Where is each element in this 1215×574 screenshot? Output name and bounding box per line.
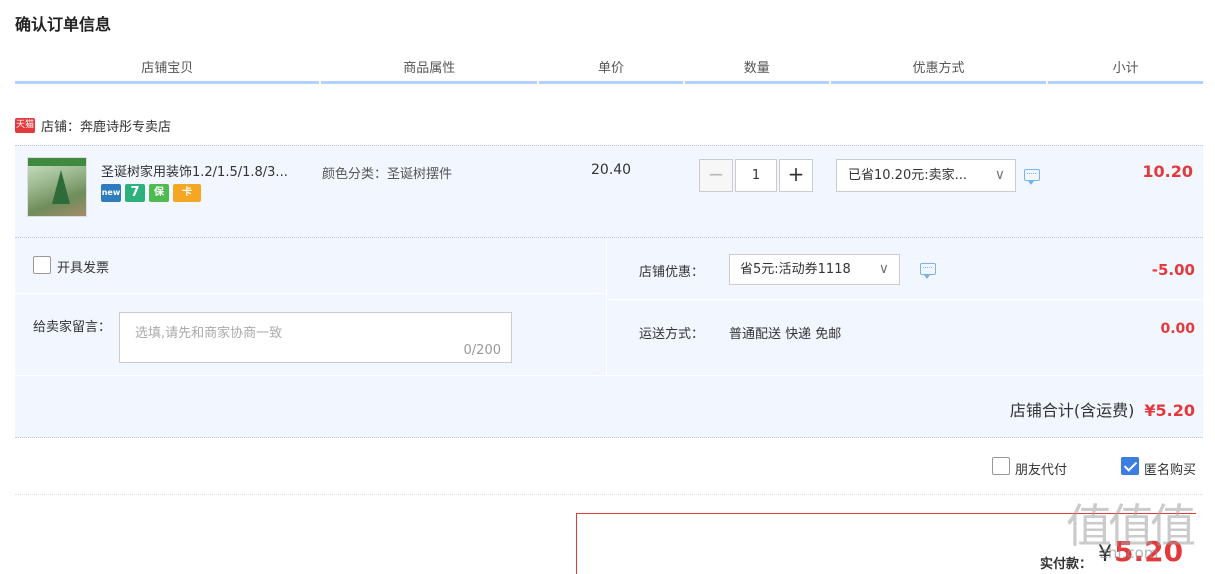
product-attribute: 颜色分类：圣诞树摆件 xyxy=(322,167,453,182)
divider xyxy=(15,375,1203,376)
anonymous-purchase-label: 匿名购买 xyxy=(1144,463,1197,478)
message-placeholder: 选填,请先和商家协商一致 xyxy=(135,326,283,341)
quantity-increase-button[interactable]: + xyxy=(779,159,813,192)
product-title-link[interactable]: 圣诞树家用装饰1.2/1.5/1.8/3... xyxy=(101,161,319,180)
order-item-row: 圣诞树家用装饰1.2/1.5/1.8/3... new 7 保 卡 颜色分类：圣… xyxy=(15,145,1203,238)
shipping-amount: 0.00 xyxy=(1160,321,1195,337)
chat-icon[interactable] xyxy=(1024,169,1040,185)
column-discount: 优惠方式 xyxy=(830,60,1047,84)
order-extras-panel: 开具发票 给卖家留言： 选填,请先和商家协商一致 0/200 店铺优惠： 省5元… xyxy=(15,238,1203,438)
credit-card-icon[interactable]: 卡 xyxy=(173,184,201,202)
new-icon[interactable]: new xyxy=(101,184,121,202)
column-header: 店铺宝贝 商品属性 单价 数量 优惠方式 小计 xyxy=(15,60,1203,84)
shop-name-link[interactable]: 店铺：奔鹿诗彤专卖店 xyxy=(41,116,171,135)
unit-price: 20.40 xyxy=(591,162,632,178)
shop-discount-label: 店铺优惠： xyxy=(639,265,705,280)
column-unit-price: 单价 xyxy=(539,60,683,84)
chevron-down-icon: ∨ xyxy=(878,261,889,277)
column-subtotal: 小计 xyxy=(1048,60,1203,84)
shop-total-label: 店铺合计(含运费) xyxy=(1009,401,1135,420)
quantity-input[interactable]: 1 xyxy=(735,159,777,192)
column-attribute: 商品属性 xyxy=(321,60,538,84)
currency-symbol: ¥ xyxy=(1098,542,1112,567)
shop-discount-select[interactable]: 省5元:活动券1118 ∨ xyxy=(729,254,900,285)
friend-pay-checkbox[interactable] xyxy=(992,457,1010,475)
tmall-icon: 天猫 xyxy=(15,118,35,133)
christmas-tree-image xyxy=(52,170,70,204)
shop-row: 天猫 店铺：奔鹿诗彤专卖店 xyxy=(15,116,171,135)
seller-message-textarea[interactable]: 选填,请先和商家协商一致 0/200 xyxy=(119,312,512,363)
extras-left: 开具发票 给卖家留言： 选填,请先和商家协商一致 0/200 xyxy=(15,238,607,375)
page-title: 确认订单信息 xyxy=(15,15,112,34)
message-char-count: 0/200 xyxy=(463,343,501,358)
chevron-down-icon: ∨ xyxy=(994,167,1005,183)
service-icons: new 7 保 卡 xyxy=(101,184,201,202)
item-discount-select[interactable]: 已省10.20元:卖家... ∨ xyxy=(836,159,1016,192)
invoice-checkbox[interactable] xyxy=(33,256,51,274)
message-label: 给卖家留言： xyxy=(33,320,112,335)
thumbnail-banner xyxy=(28,158,86,166)
shop-total: 店铺合计(含运费) ¥5.20 xyxy=(1010,397,1195,421)
seven-day-return-icon[interactable]: 7 xyxy=(125,184,145,202)
shipping-method: 普通配送 快递 免邮 xyxy=(729,327,842,342)
shop-discount-value: 省5元:活动券1118 xyxy=(740,262,851,277)
anonymous-purchase-checkbox[interactable] xyxy=(1121,457,1139,475)
quantity-stepper: − 1 + xyxy=(699,159,813,192)
product-thumbnail[interactable] xyxy=(27,157,87,217)
invoice-label: 开具发票 xyxy=(57,261,110,276)
shipping-label: 运送方式： xyxy=(639,327,705,342)
guarantee-icon[interactable]: 保 xyxy=(149,184,169,202)
column-quantity: 数量 xyxy=(684,60,829,84)
column-shop-item: 店铺宝贝 xyxy=(15,60,320,84)
payment-amount-value: 5.20 xyxy=(1114,535,1184,568)
shop-total-value: ¥5.20 xyxy=(1144,401,1195,420)
divider xyxy=(609,299,1203,300)
payment-label: 实付款： xyxy=(1040,557,1093,572)
payment-amount: ¥5.20 xyxy=(1098,535,1183,568)
purchase-options: 朋友代付 匿名购买 xyxy=(15,440,1203,495)
friend-pay-label: 朋友代付 xyxy=(1015,463,1068,478)
item-discount-value: 已省10.20元:卖家... xyxy=(848,168,967,183)
quantity-decrease-button[interactable]: − xyxy=(699,159,733,192)
divider xyxy=(15,293,607,294)
chat-icon[interactable] xyxy=(920,263,936,279)
item-subtotal: 10.20 xyxy=(1142,162,1193,181)
shop-discount-amount: -5.00 xyxy=(1151,261,1195,279)
